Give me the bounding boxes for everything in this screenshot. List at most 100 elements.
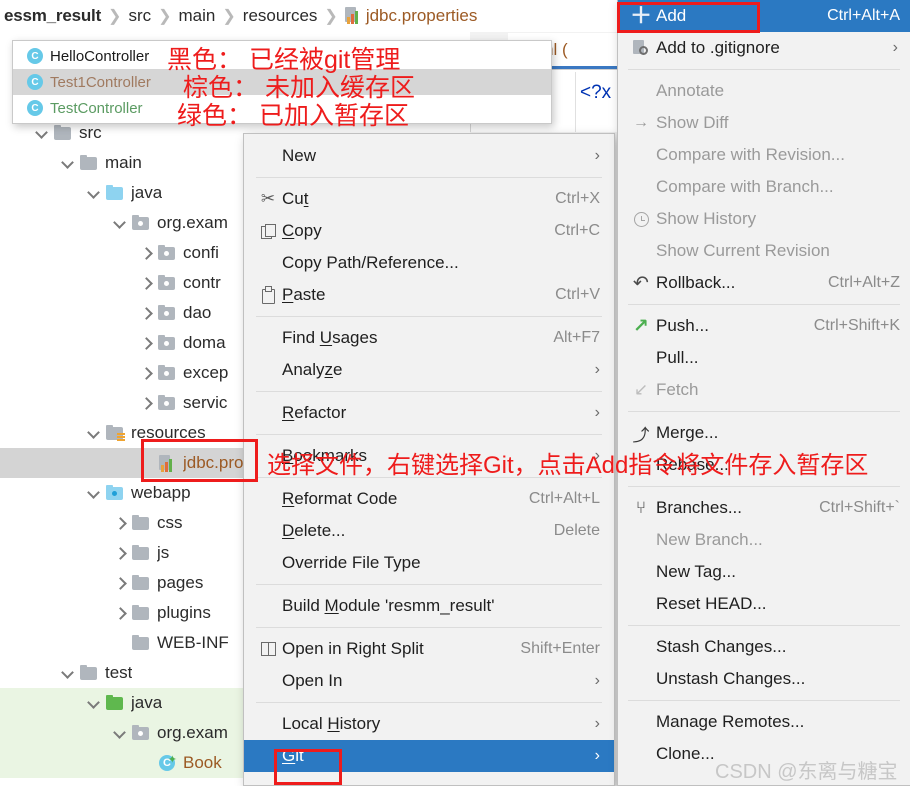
git-menu-item-add-to-gitignore[interactable]: Add to .gitignore › <box>618 32 910 64</box>
git-menu-item-label: Unstash Changes... <box>656 669 806 688</box>
paste-icon <box>254 286 282 304</box>
copy-icon <box>254 223 282 239</box>
chevron-right-icon[interactable] <box>114 577 127 590</box>
chevron-down-icon[interactable] <box>88 427 101 440</box>
git-menu-item-label: Compare with Revision... <box>656 145 845 164</box>
package-folder-icon <box>158 335 177 351</box>
menu-item-label: Copy <box>282 221 322 240</box>
git-menu-item-compare-with-branch[interactable]: Compare with Branch... <box>618 171 910 203</box>
menu-item-open-in-right-split[interactable]: Open in Right Split Shift+Enter <box>244 633 614 665</box>
fetch-icon: ↙ <box>633 380 649 399</box>
chevron-down-icon[interactable] <box>114 217 127 230</box>
chevron-right-icon[interactable] <box>140 337 153 350</box>
git-menu-item-shortcut: Ctrl+Alt+A <box>827 7 900 24</box>
git-menu-item-shortcut: Ctrl+Alt+Z <box>827 274 900 291</box>
menu-separator <box>256 627 602 628</box>
menu-item-delete[interactable]: Delete... Delete <box>244 515 614 547</box>
git-menu-item-show-history[interactable]: Show History <box>618 203 910 235</box>
menu-item-analyze[interactable]: Analyze › <box>244 354 614 386</box>
menu-item-shortcut: Ctrl+C <box>554 222 600 239</box>
menu-separator <box>256 391 602 392</box>
breadcrumb-item-label: src <box>128 6 152 25</box>
menu-item-reformat-code[interactable]: Reformat Code Ctrl+Alt+L <box>244 483 614 515</box>
git-menu-item-branches[interactable]: ⑂ Branches... Ctrl+Shift+` <box>618 492 910 524</box>
chevron-right-icon[interactable] <box>140 397 153 410</box>
git-menu-item-new-tag[interactable]: New Tag... <box>618 556 910 588</box>
menu-item-paste[interactable]: Paste Ctrl+V <box>244 279 614 311</box>
breadcrumb-item-jdbc-properties[interactable]: jdbc.properties <box>343 6 480 26</box>
package-folder-icon <box>158 305 177 321</box>
menu-item-copy[interactable]: Copy Ctrl+C <box>244 215 614 247</box>
git-menu-item-annotate[interactable]: Annotate <box>618 75 910 107</box>
tree-row-label: org.exam <box>157 723 228 742</box>
menu-item-label: Override File Type <box>282 553 421 572</box>
chevron-right-icon[interactable] <box>140 367 153 380</box>
package-folder-icon <box>132 215 151 231</box>
package-folder-icon <box>158 395 177 411</box>
folder-icon <box>80 155 99 171</box>
git-menu-item-label: Annotate <box>656 81 725 100</box>
chevron-right-icon[interactable] <box>140 307 153 320</box>
breadcrumb-item-src[interactable]: src <box>126 6 153 26</box>
chevron-down-icon[interactable] <box>62 157 75 170</box>
gitignore-icon <box>626 39 656 57</box>
git-menu-item-push[interactable]: ↗ Push... Ctrl+Shift+K <box>618 310 910 342</box>
chevron-right-icon[interactable] <box>114 517 127 530</box>
git-menu-item-label: Fetch <box>656 380 699 399</box>
git-menu-item-stash-changes[interactable]: Stash Changes... <box>618 631 910 663</box>
breadcrumb-separator: ❯ <box>222 8 236 25</box>
chevron-right-icon[interactable] <box>114 547 127 560</box>
chevron-right-icon[interactable] <box>114 607 127 620</box>
breadcrumb-separator: ❯ <box>158 8 172 25</box>
git-menu-item-show-current-revision[interactable]: Show Current Revision <box>618 235 910 267</box>
chevron-down-icon[interactable] <box>36 127 49 140</box>
chevron-down-icon[interactable] <box>114 727 127 740</box>
chevron-down-icon[interactable] <box>88 487 101 500</box>
git-menu-item-manage-remotes[interactable]: Manage Remotes... <box>618 706 910 738</box>
git-menu-item-new-branch[interactable]: New Branch... <box>618 524 910 556</box>
git-menu-item-show-diff[interactable]: → Show Diff <box>618 107 910 139</box>
diff-icon: → <box>633 114 649 131</box>
chevron-down-icon[interactable] <box>88 697 101 710</box>
git-menu-item-label: Add to .gitignore <box>656 38 780 57</box>
menu-item-local-history[interactable]: Local History › <box>244 708 614 740</box>
git-menu-item-compare-with-revision[interactable]: Compare with Revision... <box>618 139 910 171</box>
git-menu-item-rollback[interactable]: ↶ Rollback... Ctrl+Alt+Z <box>618 267 910 299</box>
annotation-box-jdbc-file <box>141 439 258 482</box>
chevron-down-icon[interactable] <box>88 187 101 200</box>
menu-item-copy-path-reference[interactable]: Copy Path/Reference... <box>244 247 614 279</box>
folder-icon <box>132 515 151 531</box>
tree-row-label: WEB-INF <box>157 633 229 652</box>
chevron-right-icon[interactable] <box>140 247 153 260</box>
git-menu-item-label: Reset HEAD... <box>656 594 767 613</box>
menu-item-refactor[interactable]: Refactor › <box>244 397 614 429</box>
menu-separator <box>628 69 900 70</box>
git-menu-item-unstash-changes[interactable]: Unstash Changes... <box>618 663 910 695</box>
menu-item-new[interactable]: New › <box>244 140 614 172</box>
menu-item-build-module-resmm-result[interactable]: Build Module 'resmm_result' <box>244 590 614 622</box>
menu-item-open-in[interactable]: Open In › <box>244 665 614 697</box>
breadcrumb-item-essm-result[interactable]: essm_result <box>2 6 103 26</box>
folder-icon <box>132 545 151 561</box>
folder-icon <box>80 665 99 681</box>
menu-item-override-file-type[interactable]: Override File Type <box>244 547 614 579</box>
class-icon: C <box>27 74 43 90</box>
menu-item-shortcut: Ctrl+X <box>555 190 600 207</box>
chevron-right-icon[interactable] <box>140 277 153 290</box>
git-menu-item-reset-head[interactable]: Reset HEAD... <box>618 588 910 620</box>
chevron-down-icon[interactable] <box>62 667 75 680</box>
menu-item-find-usages[interactable]: Find Usages Alt+F7 <box>244 322 614 354</box>
breadcrumb-item-main[interactable]: main <box>177 6 218 26</box>
git-menu-item-pull[interactable]: Pull... <box>618 342 910 374</box>
menu-item-cut[interactable]: Cut Ctrl+X <box>244 183 614 215</box>
breadcrumb-item-resources[interactable]: resources <box>241 6 320 26</box>
menu-item-shortcut: Alt+F7 <box>553 329 600 346</box>
autocomplete-item-label: Test1Controller <box>50 73 151 91</box>
git-menu-item-fetch[interactable]: ↙ Fetch <box>618 374 910 406</box>
git-menu-item-label: Rollback... <box>656 273 736 292</box>
git-submenu[interactable]: ＋ Add Ctrl+Alt+A Add to .gitignore › Annotate… <box>617 0 910 786</box>
